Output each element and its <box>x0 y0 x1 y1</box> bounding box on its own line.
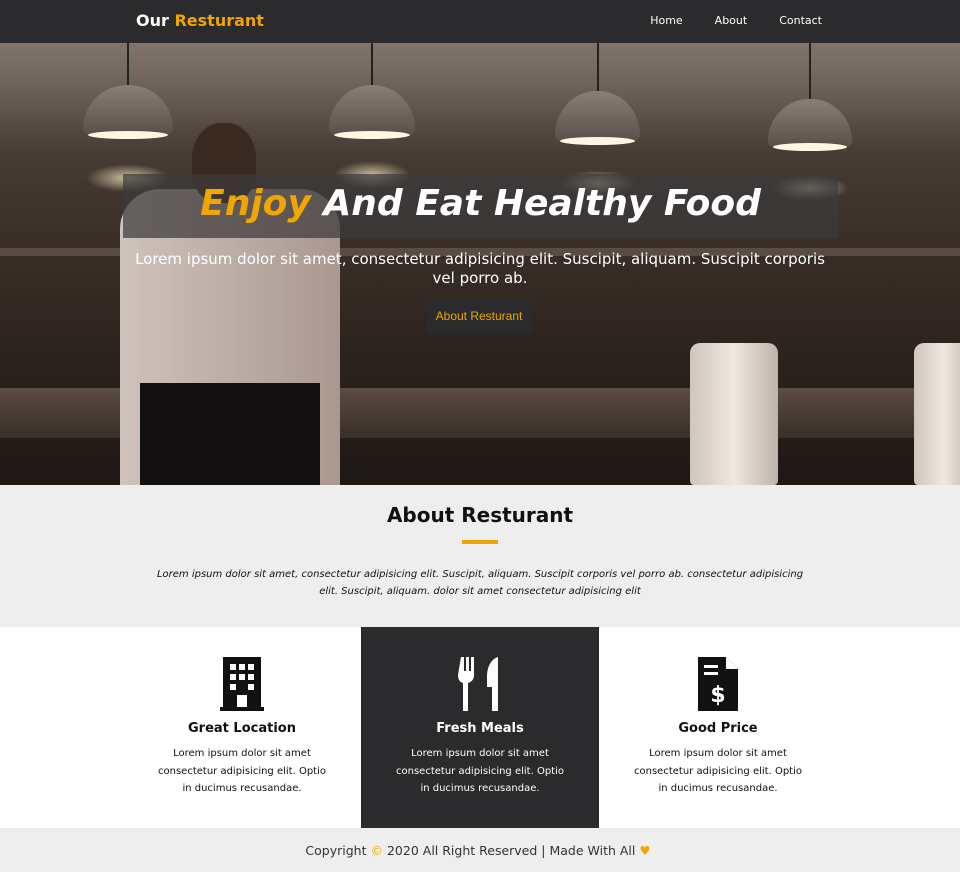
top-navbar: Our Resturant Home About Contact <box>0 0 960 43</box>
nav-link-home[interactable]: Home <box>650 14 682 27</box>
feature-text: Lorem ipsum dolor sit amet consectetur a… <box>158 748 326 794</box>
lamp-cord <box>371 43 373 88</box>
feature-text: Lorem ipsum dolor sit amet consectetur a… <box>396 748 564 794</box>
lamp-cord <box>809 43 811 101</box>
hero-title-rest: And Eat Healthy Food <box>323 183 761 224</box>
utensils-icon <box>458 657 498 711</box>
features-section: Great Location Lorem ipsum dolor sit ame… <box>0 627 960 828</box>
invoice-dollar-icon: $ <box>698 657 738 711</box>
lamp-light <box>560 137 635 145</box>
footer-copyright-word: Copyright <box>305 842 367 858</box>
nav-link-about[interactable]: About <box>715 14 748 27</box>
footer-text: 2020 All Right Reserved | Made With All <box>386 842 636 858</box>
about-section: About Resturant Lorem ipsum dolor sit am… <box>0 485 960 627</box>
footer: Copyright © 2020 All Right Reserved | Ma… <box>0 828 960 872</box>
sauce-bottle <box>914 343 960 485</box>
feature-title: Good Price <box>678 721 758 736</box>
nav-link-contact[interactable]: Contact <box>779 14 822 27</box>
lamp-cord <box>127 43 129 88</box>
hero-title-accent: Enjoy <box>200 183 311 224</box>
feature-card-price: $ Good Price Lorem ipsum dolor sit amet … <box>599 627 837 828</box>
nav-links: Home About Contact <box>650 14 822 27</box>
about-title: About Resturant <box>386 503 574 527</box>
lamp-light <box>773 143 847 151</box>
about-text: Lorem ipsum dolor sit amet, consectetur … <box>156 569 804 597</box>
lamp-cord <box>597 43 599 93</box>
hero-subtitle: Lorem ipsum dolor sit amet, consectetur … <box>135 250 825 287</box>
about-underline <box>462 540 498 544</box>
heart-icon: ♥ <box>639 842 651 858</box>
feature-text: Lorem ipsum dolor sit amet consectetur a… <box>634 748 802 794</box>
about-resturant-button[interactable]: About Resturant <box>426 299 532 333</box>
brand-logo[interactable]: Our Resturant <box>136 11 264 30</box>
copyright-symbol: © <box>370 842 383 858</box>
feature-title: Great Location <box>188 721 296 736</box>
feature-card-meals: Fresh Meals Lorem ipsum dolor sit amet c… <box>361 627 599 828</box>
brand-prefix: Our <box>136 11 169 30</box>
hero-section: Enjoy And Eat Healthy Food Lorem ipsum d… <box>0 43 960 485</box>
building-icon <box>220 657 264 711</box>
svg-text:$: $ <box>710 683 725 708</box>
feature-title: Fresh Meals <box>436 721 524 736</box>
feature-card-location: Great Location Lorem ipsum dolor sit ame… <box>123 627 361 828</box>
sauce-bottle <box>690 343 778 485</box>
brand-accent: Resturant <box>174 11 264 30</box>
hero-title: Enjoy And Eat Healthy Food <box>123 183 838 224</box>
